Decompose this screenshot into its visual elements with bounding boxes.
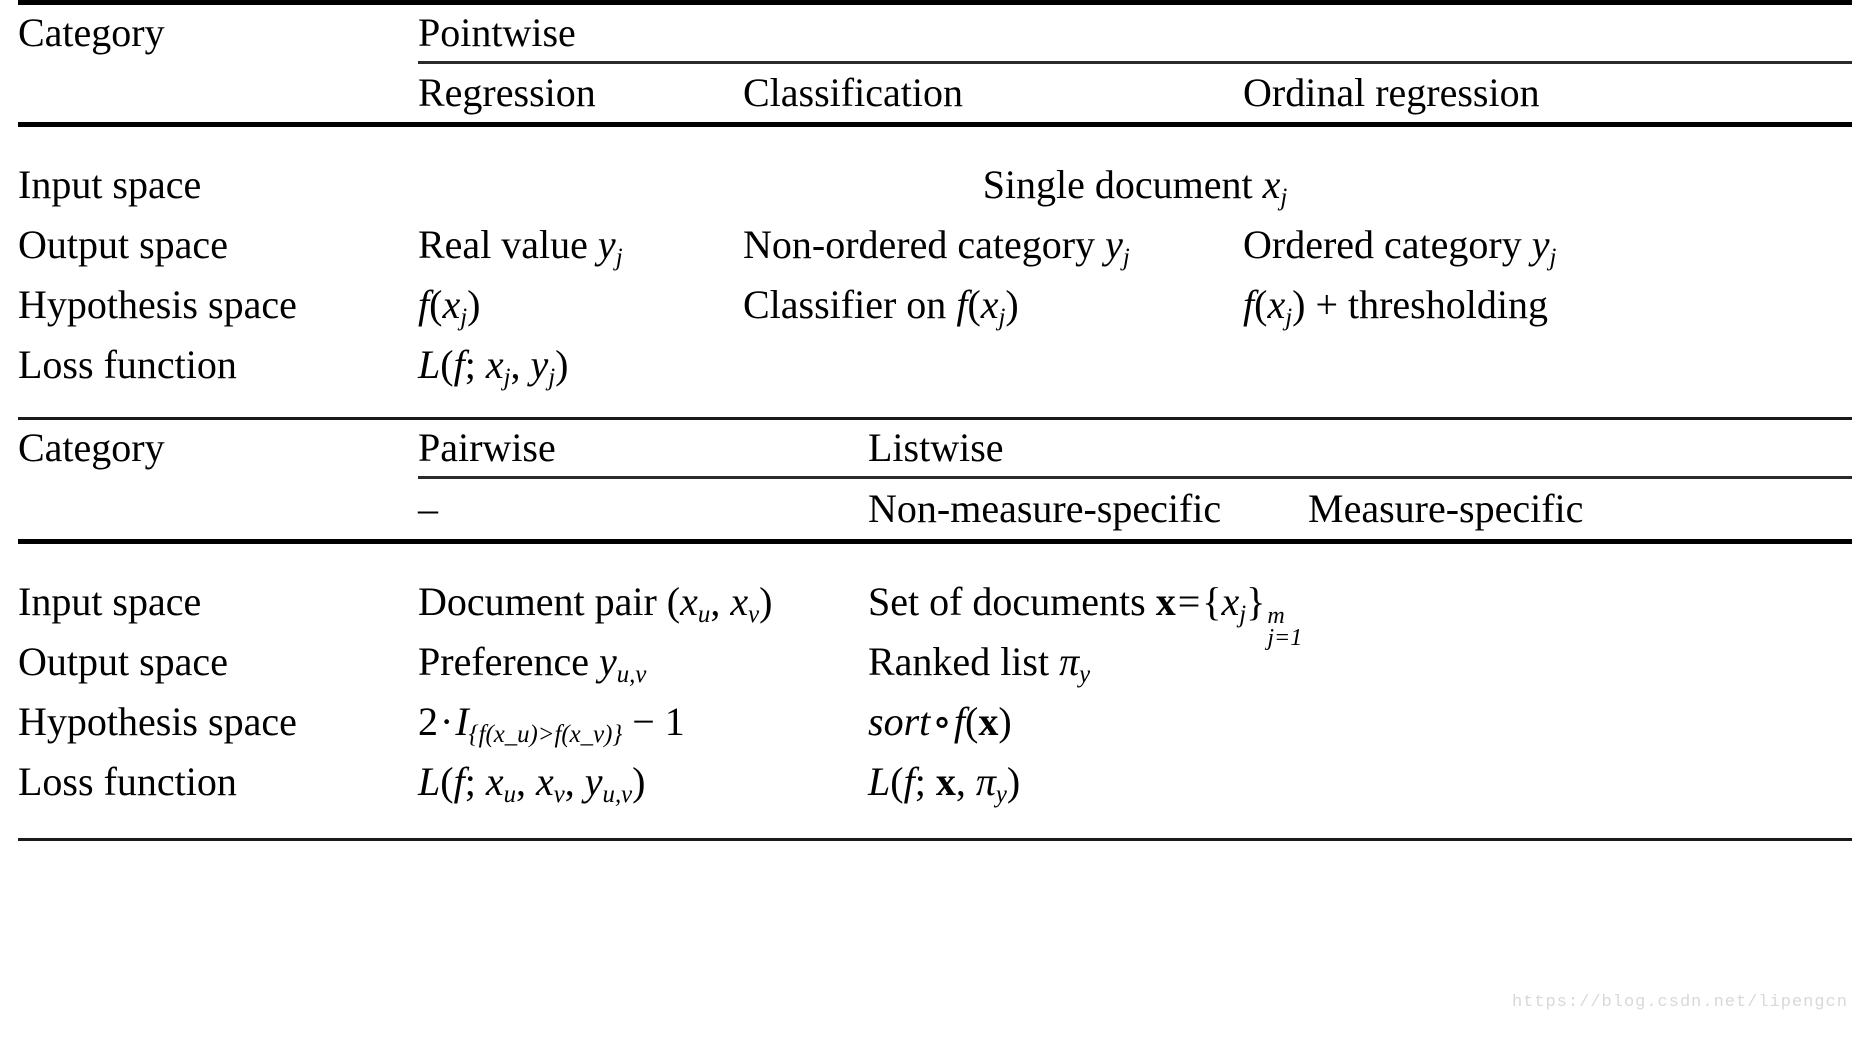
table2-category-header: Category xyxy=(18,425,165,470)
table2-hypothesis-pairwise-condition: {f(x_u)>f(x_v)} xyxy=(468,720,623,748)
table1-output-classification-lead: Non-ordered category xyxy=(743,222,1106,267)
table1-row-input-space: Input space Single document xj xyxy=(18,155,1852,215)
table2-group-header-pairwise: Pairwise xyxy=(418,420,868,479)
table2-input-listwise-subscript: j=1 xyxy=(1267,624,1303,651)
table2-row-input-space: Input space Document pair (xu, xv) Set o… xyxy=(18,572,1852,651)
table2-row-hypothesis-space: Hypothesis space 2·I{f(x_u)>f(x_v)} − 1 … xyxy=(18,692,1852,752)
table1-row-label-loss-function: Loss function xyxy=(18,342,237,387)
table2-loss-listwise: L(f; x, πy) xyxy=(868,759,1021,808)
table2-hypothesis-pairwise-indicator: I xyxy=(455,699,469,744)
table1-row-label-output-space: Output space xyxy=(18,222,228,267)
table1-row-label-input-space: Input space xyxy=(18,162,202,207)
table2-row-output-space: Output space Preference yu,v Ranked list… xyxy=(18,632,1852,692)
table2-hypothesis-pairwise: 2·I{f(x_u)>f(x_v)} − 1 xyxy=(418,692,868,752)
table2-bottom-rule xyxy=(18,838,1852,841)
table1-hypothesis-classification: Classifier on f(xj) xyxy=(743,282,1019,331)
table-page: Category Pointwise Regression Classifica… xyxy=(0,0,1870,1042)
table1-hypothesis-ordinal: f(xj) + thresholding xyxy=(1243,282,1548,331)
table1-column-header-ordinal-regression: Ordinal regression xyxy=(1243,70,1540,115)
table1-hypothesis-regression: f(xj) xyxy=(418,282,481,331)
table2-row-label-loss-function: Loss function xyxy=(18,759,237,804)
table2-input-space-pairwise: Document pair (xu, xv) xyxy=(418,579,773,628)
table2-body-bottom-spacer xyxy=(18,812,1852,838)
table2-loss-pairwise: L(f; xu, xv, yu,v) xyxy=(418,759,646,808)
table2-group-header-row: Category Pairwise Listwise xyxy=(18,420,1852,479)
table1-body-bottom-spacer xyxy=(18,395,1852,417)
table2-input-space-listwise: Set of documents x={xj} m j=1 xyxy=(868,572,1852,651)
table1-loss-regression: L(f; xj, yj) xyxy=(418,342,569,391)
table2-output-listwise-sub: y xyxy=(1079,660,1091,688)
table2: Category Pairwise Listwise – Non-measure… xyxy=(18,420,1852,539)
table1-row-loss-function: Loss function L(f; xj, yj) xyxy=(18,335,1852,395)
table1-output-classification-sub: j xyxy=(1122,243,1130,271)
table2-input-pairwise-lead: Document pair ( xyxy=(418,579,681,624)
table2-row-loss-function: Loss function L(f; xu, xv, yu,v) L(f; x,… xyxy=(18,752,1852,812)
table1-row-hypothesis-space: Hypothesis space f(xj) Classifier on f(x… xyxy=(18,275,1852,335)
table1-subheader-row: Regression Classification Ordinal regres… xyxy=(18,64,1852,122)
table2-column-header-measure-specific: Measure-specific xyxy=(1308,486,1584,531)
table1-loss-classification-empty xyxy=(743,335,1243,395)
table1-output-regression-sub: j xyxy=(615,243,623,271)
table2-body-top-spacer xyxy=(18,544,1852,572)
table1-input-space-lead: Single document xyxy=(982,162,1263,207)
table2-output-pairwise-sub: u,v xyxy=(616,660,647,688)
table1-row-output-space: Output space Real value yj Non-ordered c… xyxy=(18,215,1852,275)
table2-subheader-blank xyxy=(18,479,418,539)
table2-row-label-input-space: Input space xyxy=(18,579,202,624)
table2-hypothesis-pairwise-suffix: − 1 xyxy=(632,699,685,744)
table2-output-space-listwise: Ranked list πy xyxy=(868,632,1852,692)
table1-group-header-row: Category Pointwise xyxy=(18,5,1852,64)
table1-output-ordinal-var: y xyxy=(1531,222,1550,267)
watermark-url: https://blog.csdn.net/lipengcn xyxy=(1511,993,1848,1012)
table2-subheader-row: – Non-measure-specific Measure-specific xyxy=(18,479,1852,539)
table1-input-space-sub: j xyxy=(1280,183,1288,211)
table1-row-label-hypothesis-space: Hypothesis space xyxy=(18,282,297,327)
table2-output-listwise-lead: Ranked list xyxy=(868,639,1060,684)
table1-body-top-spacer xyxy=(18,127,1852,155)
table2-hypothesis-listwise-compose: ∘ xyxy=(932,699,952,744)
table2-output-pairwise-var: y xyxy=(598,639,617,684)
table2-hypothesis-listwise: sort∘f(x) xyxy=(868,699,1012,744)
table2-row-label-output-space: Output space xyxy=(18,639,228,684)
table1-output-regression-lead: Real value xyxy=(418,222,598,267)
table1-output-space-classification: Non-ordered category yj xyxy=(743,215,1243,275)
table1-output-space-regression: Real value yj xyxy=(418,215,743,275)
table2-group-header-listwise: Listwise xyxy=(868,420,1852,479)
table1-hypothesis-classification-lead: Classifier on xyxy=(743,282,957,327)
table2-output-listwise-var: π xyxy=(1059,639,1080,684)
table2-group-header-pairwise-label: Pairwise xyxy=(418,425,556,470)
table1-column-header-classification: Classification xyxy=(743,70,963,115)
table1-group-header-label: Pointwise xyxy=(418,10,576,55)
table1-column-header-regression: Regression xyxy=(418,70,596,115)
table1-loss-ordinal-empty xyxy=(1243,335,1852,395)
table1-subheader-blank xyxy=(18,64,418,122)
table1-output-space-ordinal: Ordered category yj xyxy=(1243,215,1852,275)
table2-body: Input space Document pair (xu, xv) Set o… xyxy=(18,544,1852,838)
table1-output-ordinal-lead: Ordered category xyxy=(1243,222,1532,267)
table1-body: Input space Single document xj Output sp… xyxy=(18,127,1852,417)
table2-output-pairwise-lead: Preference xyxy=(418,639,599,684)
table2-column-header-pairwise-dash: – xyxy=(418,486,438,531)
table2-hypothesis-pairwise-dot: · xyxy=(440,699,454,744)
table1-output-ordinal-sub: j xyxy=(1549,243,1557,271)
table2-row-label-hypothesis-space: Hypothesis space xyxy=(18,699,297,744)
table1-category-header: Category xyxy=(18,10,165,55)
table1-group-header-pointwise: Pointwise xyxy=(418,5,1852,64)
table2-hypothesis-listwise-sort: sort xyxy=(868,699,931,744)
table1-input-space-var: x xyxy=(1262,162,1281,207)
table1: Category Pointwise Regression Classifica… xyxy=(18,5,1852,122)
table1-hypothesis-ordinal-tail: + thresholding xyxy=(1305,282,1548,327)
table1-input-space-value: Single document xj xyxy=(418,155,1852,215)
table1-output-classification-var: y xyxy=(1105,222,1123,267)
table2-hypothesis-pairwise-prefix: 2 xyxy=(418,699,438,744)
table2-column-header-non-measure-specific: Non-measure-specific xyxy=(868,486,1222,531)
table2-group-header-listwise-label: Listwise xyxy=(868,425,1004,470)
table2-input-listwise-lead: Set of documents xyxy=(868,579,1156,624)
table1-output-regression-var: y xyxy=(597,222,616,267)
table2-output-space-pairwise: Preference yu,v xyxy=(418,632,868,692)
